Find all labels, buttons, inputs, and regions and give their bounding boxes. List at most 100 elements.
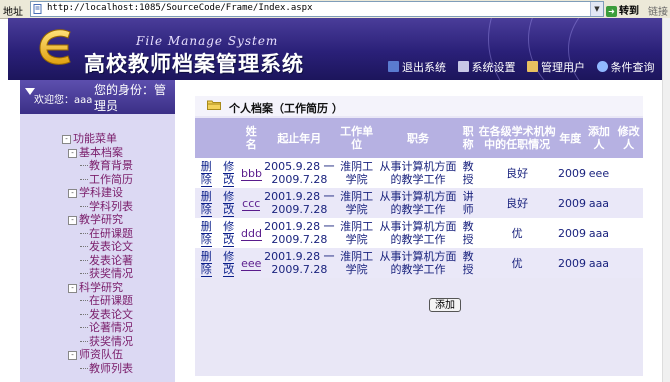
tree-leaf-item[interactable]: 发表论著 [62, 254, 133, 268]
vertical-scrollbar[interactable] [662, 18, 670, 382]
added-by-cell: aaa [583, 248, 615, 278]
tree-leaf-item[interactable]: 在研课题 [62, 294, 133, 308]
system-settings-button[interactable]: 系统设置 [457, 59, 516, 75]
tree-item-label: 教学研究 [79, 213, 123, 226]
delete-link[interactable]: 删除 [200, 220, 212, 247]
delete-link[interactable]: 删除 [200, 160, 212, 187]
name-link[interactable]: ddd [241, 226, 262, 241]
welcome-label: 欢迎您： [34, 95, 74, 106]
tree-group-item[interactable]: - 学科建设 [62, 186, 133, 200]
tree-item-label: 师资队伍 [79, 348, 123, 361]
tree-connector [80, 367, 88, 369]
tree-leaf-item[interactable]: 在研课题 [62, 227, 133, 241]
tree-connector [80, 340, 88, 342]
collapse-toggle-icon[interactable]: - [68, 189, 77, 198]
logout-button[interactable]: 退出系统 [388, 59, 446, 75]
url-text: http://localhost:1085/SourceCode/Frame/I… [47, 3, 313, 13]
tree-connector [80, 300, 88, 301]
period-cell: 2001.9.28 一 2009.7.28 [262, 248, 337, 278]
delete-cell: 删除 [195, 218, 218, 248]
tree-item-label: 科学研究 [79, 280, 123, 294]
duty-cell: 从事计算机方面的教学工作 [377, 248, 459, 278]
go-button[interactable]: ➜ 转到 [606, 2, 639, 17]
tree-connector [80, 273, 88, 274]
tree-item-label: 基本档案 [79, 145, 123, 159]
name-link[interactable]: bbb [241, 166, 262, 181]
name-cell: ddd [240, 218, 263, 248]
name-link[interactable]: ccc [242, 196, 261, 211]
title-cell: 教授 [458, 248, 478, 278]
page-icon [33, 4, 42, 14]
name-link[interactable]: eee [241, 256, 262, 271]
users-icon [527, 61, 538, 72]
tree-leaf-item[interactable]: 学科列表 [62, 200, 133, 214]
title-cell: 教授 [458, 158, 478, 188]
academic-cell: 优 [477, 218, 558, 248]
logo-e-icon [39, 29, 71, 65]
links-button[interactable]: 链接 [648, 3, 668, 18]
collapse-toggle-icon[interactable]: - [62, 135, 71, 144]
collapse-toggle-icon[interactable]: - [68, 283, 77, 293]
tree-leaf-item[interactable]: 获奖情况 [62, 335, 133, 349]
add-button[interactable]: 添加 [429, 298, 461, 312]
welcome-text: 欢迎您：aaa [34, 91, 92, 106]
unit-cell: 淮阴工学院 [336, 248, 378, 278]
collapse-toggle-icon[interactable]: - [68, 216, 77, 225]
tree-leaf-item[interactable]: 教师列表 [62, 362, 133, 376]
manage-users-label: 管理用户 [541, 61, 585, 74]
modified-by-cell [614, 248, 643, 278]
edit-link[interactable]: 修改 [223, 160, 235, 187]
title-cell: 讲师 [458, 188, 478, 218]
year-cell: 2009 [557, 188, 586, 218]
tree-group-item[interactable]: - 师资队伍 [62, 348, 133, 362]
edit-cell: 修改 [217, 218, 240, 248]
edit-link[interactable]: 修改 [223, 190, 235, 217]
duty-cell: 从事计算机方面的教学工作 [377, 218, 459, 248]
username: aaa [74, 95, 93, 106]
url-input[interactable]: http://localhost:1085/SourceCode/Frame/I… [30, 1, 604, 17]
manage-users-button[interactable]: 管理用户 [527, 59, 585, 75]
collapse-toggle-icon[interactable]: - [68, 148, 77, 158]
edit-link[interactable]: 修改 [223, 220, 235, 247]
tree-leaf-item[interactable]: 发表论文 [62, 308, 133, 322]
search-icon [596, 61, 608, 72]
collapse-toggle-icon[interactable]: - [68, 351, 77, 360]
tree-leaf-item[interactable]: 获奖情况 [62, 267, 133, 281]
tree-item-label: 工作简历 [89, 172, 133, 186]
tree-group-item[interactable]: - 基本档案 [62, 146, 133, 160]
settings-label: 系统设置 [471, 61, 516, 74]
col-edit-header [217, 118, 240, 158]
address-label: 地址 [3, 7, 23, 18]
delete-link[interactable]: 删除 [200, 190, 212, 217]
panel-header: 个人档案（工作简历 ） [195, 96, 643, 116]
tree-item-label: 发表论文 [89, 240, 133, 253]
delete-link[interactable]: 删除 [200, 250, 212, 277]
tree-group-item[interactable]: - 科学研究 [62, 281, 133, 295]
col-duty-header: 职务 [377, 118, 459, 158]
col-year-header: 年度 [557, 118, 584, 158]
title-cell: 教授 [458, 218, 478, 248]
tree-connector [80, 246, 88, 247]
tree-leaf-item[interactable]: 发表论文 [62, 240, 133, 254]
year-cell: 2009 [557, 248, 586, 278]
identity-text: 您的身份：管理员 [94, 83, 167, 113]
duty-cell: 从事计算机方面的教学工作 [377, 188, 459, 218]
tree-leaf-item[interactable]: 工作简历 [62, 173, 133, 187]
tree-group-item[interactable]: - 教学研究 [62, 213, 133, 227]
condition-search-label: 条件查询 [610, 61, 655, 74]
tree-item-label: 发表论文 [89, 307, 133, 321]
col-title-header: 职称 [458, 118, 478, 158]
edit-link[interactable]: 修改 [223, 250, 235, 277]
tree-leaf-item[interactable]: 论著情况 [62, 321, 133, 335]
unit-cell: 淮阴工学院 [336, 218, 378, 248]
tree-leaf-item[interactable]: 教育背景 [62, 159, 133, 173]
table-row: 删除 修改 ddd 2001.9.28 一 2009.7.28 淮阴工学院 从事计算机方面… [195, 218, 643, 248]
url-dropdown-icon[interactable]: ▼ [590, 2, 603, 16]
go-label: 转到 [619, 6, 639, 17]
function-menu-tree: - 功能菜单 - 基本档案 教育背景 工作简历 - 学科建设 学科列表 - 教学研究 在研课题 发表论文… [62, 132, 133, 375]
main-content: 个人档案（工作简历 ） 姓名 起止年月 工作单位 职务 职称 在各级学术机构中的… [175, 80, 662, 382]
tree-group-item[interactable]: - 功能菜单 [62, 132, 133, 146]
condition-search-button[interactable]: 条件查询 [596, 59, 655, 75]
col-period-header: 起止年月 [262, 118, 337, 158]
academic-cell: 良好 [477, 188, 558, 218]
